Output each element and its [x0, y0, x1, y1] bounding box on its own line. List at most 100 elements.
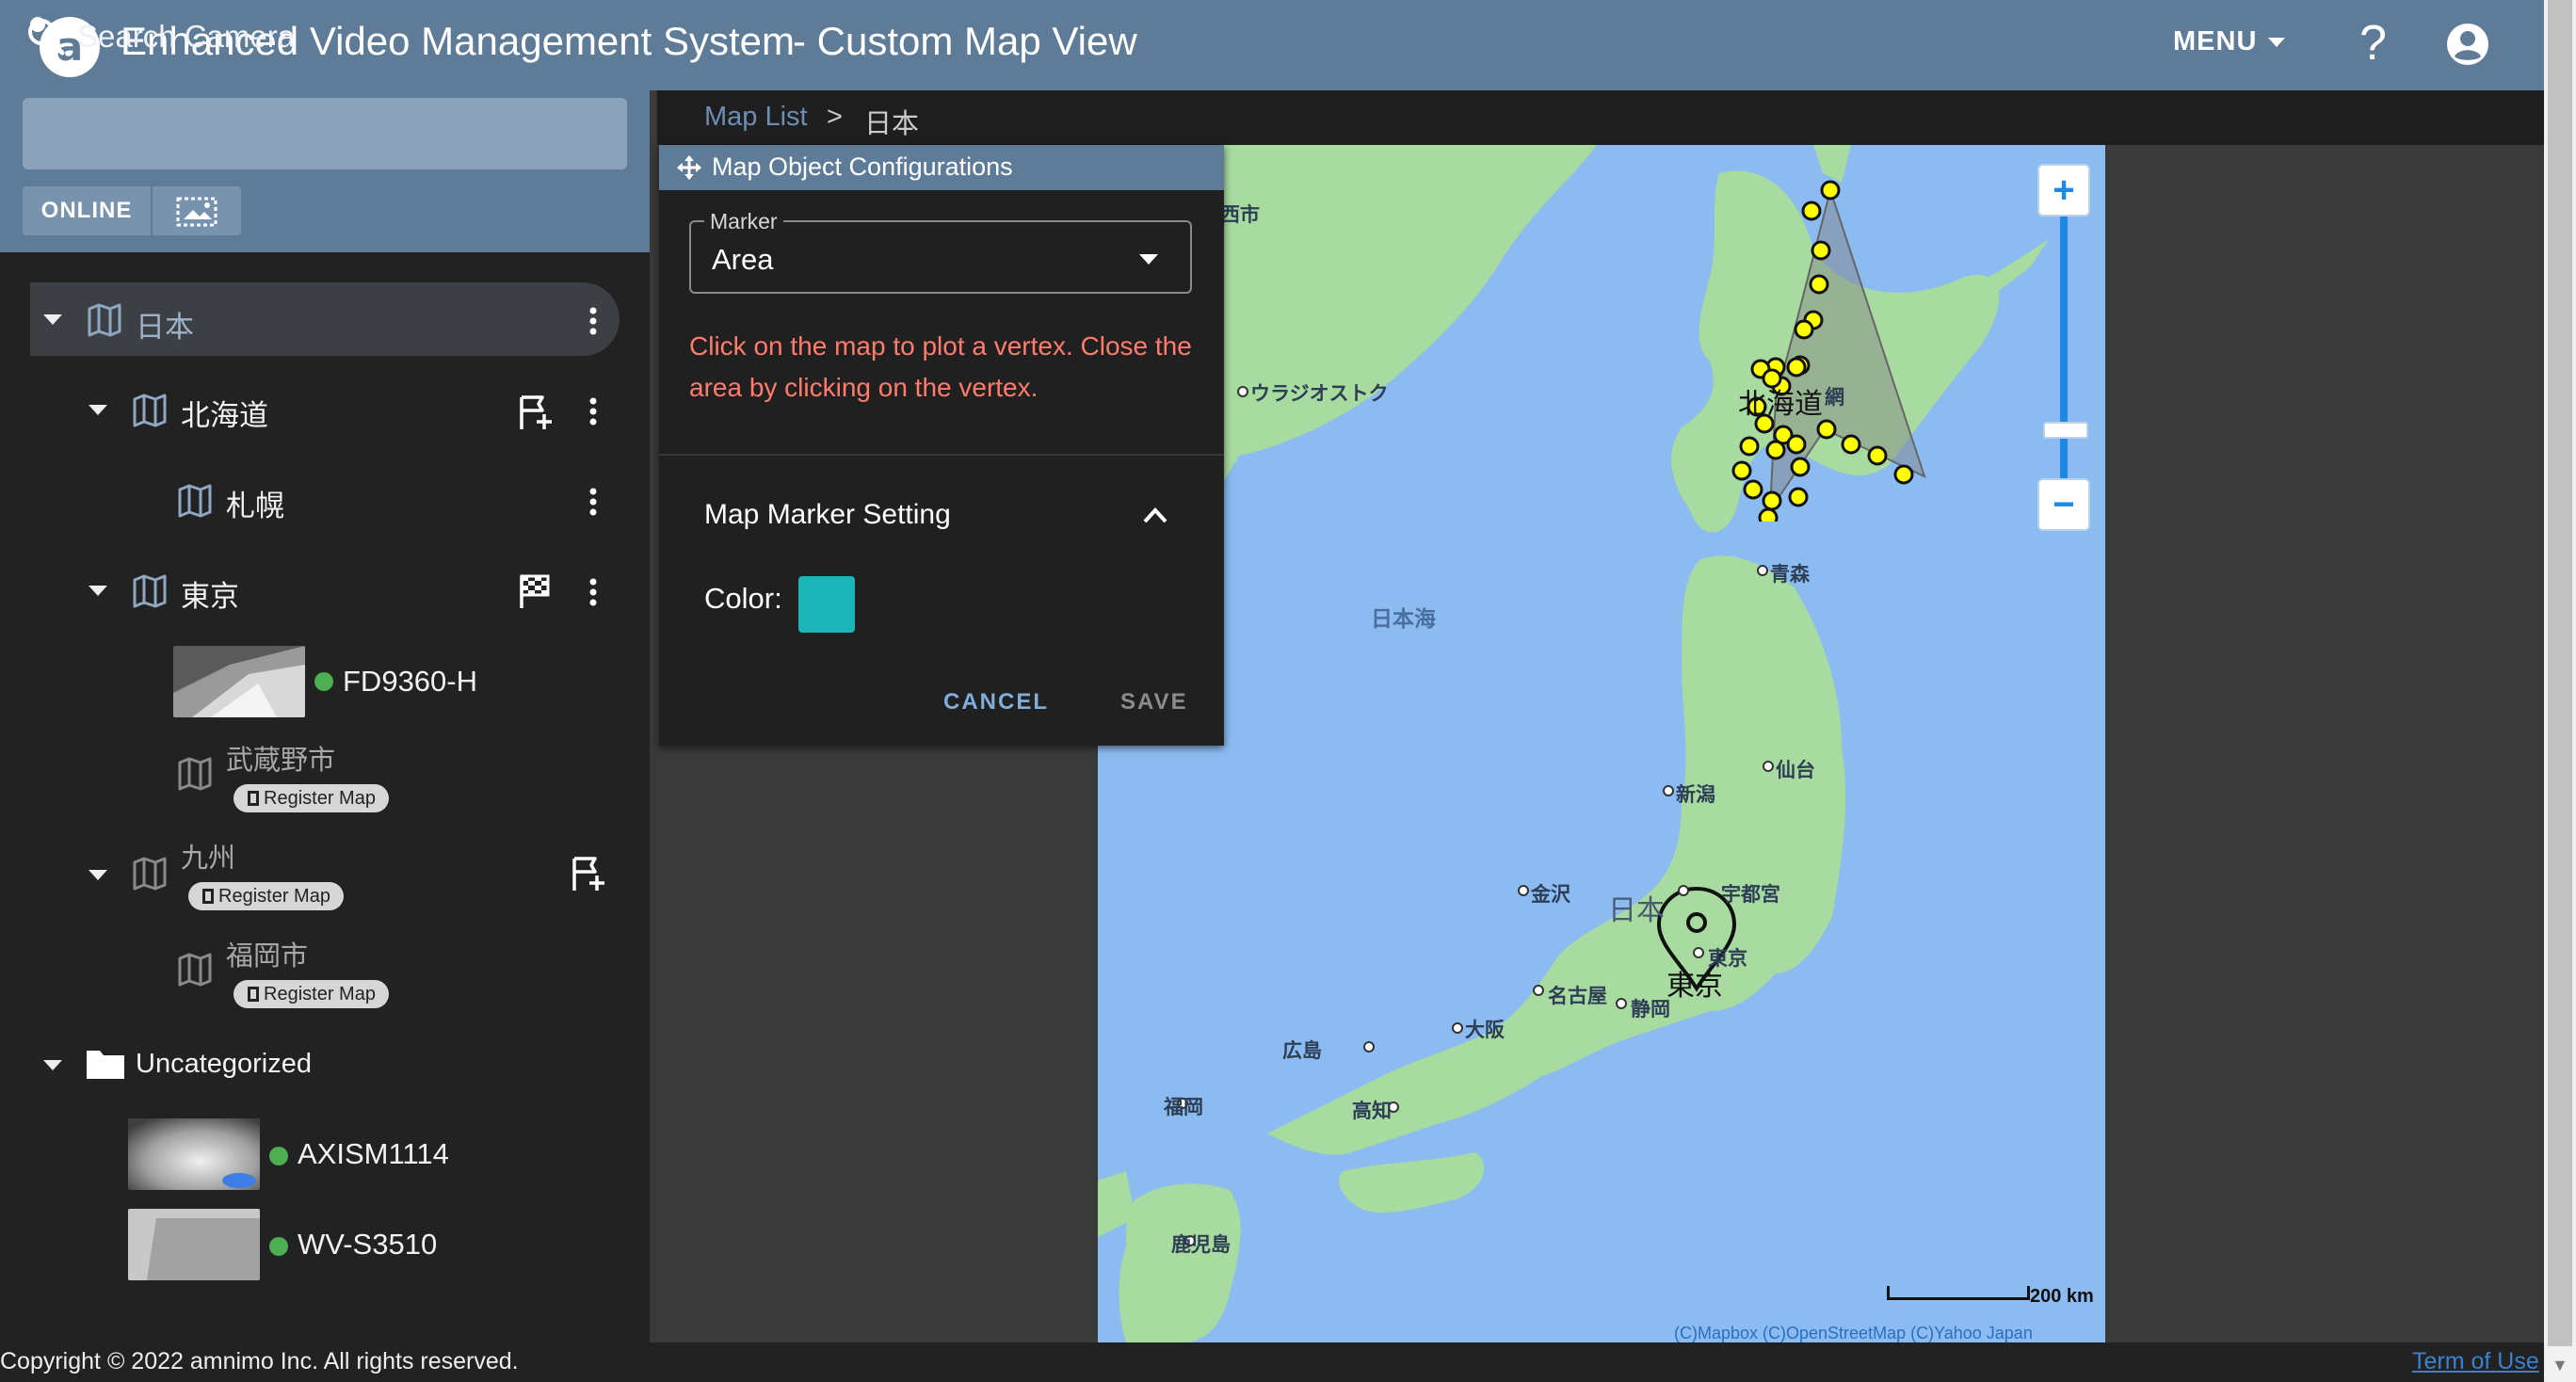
tree-item-kyushu[interactable]: 九州 [181, 836, 235, 876]
breadcrumb-current: 日本 [864, 109, 920, 139]
help-icon[interactable]: ? [2359, 15, 2387, 72]
tree-item-label: 日本 [136, 311, 194, 344]
map-label-partial: 網 [1825, 387, 1844, 409]
tree-item-tokyo[interactable]: 東京 [181, 572, 239, 615]
tokyo-marker-label[interactable]: 東京 [1666, 962, 1723, 1004]
view-title: - Custom Map View [793, 19, 1137, 63]
online-status-dot [269, 1147, 288, 1165]
camera-thumbnail[interactable] [128, 1209, 260, 1280]
move-icon[interactable] [676, 154, 702, 181]
breadcrumb [657, 90, 2544, 145]
area-instructions: Click on the map to plot a vertex. Close… [689, 331, 1192, 402]
map-attribution[interactable]: (C)Mapbox (C)OpenStreetMap (C)Yahoo Japa… [1674, 1324, 2033, 1343]
dropdown-arrow-icon[interactable] [1139, 254, 1158, 265]
online-status-dot [314, 672, 333, 691]
zoom-control: + − [2037, 164, 2090, 531]
register-map-label: Register Map [218, 885, 330, 907]
menu-button[interactable]: MENU [2173, 26, 2286, 57]
map-pin-small-icon [248, 791, 259, 806]
map-scale-bar [1887, 1286, 2030, 1300]
more-options-icon[interactable] [589, 488, 597, 516]
add-flag-icon[interactable] [569, 855, 606, 892]
page-scrollbar-thumb[interactable] [2548, 0, 2572, 1346]
folder-icon [87, 1051, 124, 1079]
more-options-icon[interactable] [589, 397, 597, 426]
map-label-hokkaido: 北海道 [1738, 389, 1823, 420]
color-picker-swatch[interactable] [798, 576, 855, 633]
tree-item-sapporo[interactable]: 札幌 [226, 482, 284, 524]
camera-name[interactable]: WV-S3510 [298, 1228, 437, 1261]
checkered-flag-icon[interactable] [516, 572, 554, 610]
online-filter-button[interactable]: ONLINE [23, 186, 153, 235]
tree-item-musashino[interactable]: 武蔵野市 [226, 738, 335, 778]
collapse-icon[interactable] [89, 405, 107, 415]
register-map-button[interactable]: Register Map [188, 882, 344, 910]
add-flag-icon[interactable] [516, 394, 554, 431]
thumbnail-view-button[interactable] [153, 186, 241, 235]
account-icon[interactable] [2446, 23, 2489, 66]
camera-thumbnail[interactable] [173, 646, 305, 717]
image-gallery-icon [176, 197, 217, 227]
map-icon [133, 394, 167, 427]
register-map-button[interactable]: Register Map [233, 980, 389, 1008]
zoom-out-button[interactable]: − [2037, 478, 2090, 531]
dialog-title: Map Object Configurations [712, 153, 1013, 181]
tree-item-uncategorized[interactable]: Uncategorized [136, 1049, 312, 1080]
map-label-kagoshima: 鹿児島 [1171, 1234, 1231, 1256]
map-label-kochi: 高知 [1352, 1101, 1392, 1122]
map-label-shizuoka: 静岡 [1631, 999, 1670, 1020]
online-status-dot [269, 1237, 288, 1256]
camera-name[interactable]: AXISM1114 [298, 1137, 449, 1171]
collapse-icon[interactable] [43, 314, 62, 325]
camera-name[interactable]: FD9360-H [343, 665, 477, 699]
map-label-niigata: 新潟 [1676, 784, 1715, 806]
map-label-japan: 日本 [1608, 895, 1665, 926]
map-icon [178, 953, 212, 987]
tree-item-hokkaido[interactable]: 北海道 [181, 392, 268, 434]
breadcrumb-separator: > [827, 102, 843, 132]
register-map-label: Register Map [264, 787, 376, 809]
map-label-utsunomiya: 宇都宮 [1721, 884, 1780, 906]
collapse-icon[interactable] [43, 1060, 62, 1070]
caret-down-icon [2268, 37, 2286, 47]
panel-divider[interactable] [650, 90, 657, 1342]
register-map-button[interactable]: Register Map [233, 784, 389, 812]
camera-thumbnail[interactable] [128, 1118, 260, 1190]
map-pin-small-icon [248, 987, 259, 1002]
scroll-down-icon[interactable]: ▼ [2552, 1356, 2568, 1375]
copyright-text: Copyright © 2022 amnimo Inc. All rights … [0, 1348, 519, 1374]
zoom-slider-handle[interactable] [2043, 422, 2088, 439]
map-icon [178, 757, 212, 791]
more-options-icon[interactable] [589, 307, 597, 335]
collapse-icon[interactable] [89, 586, 107, 596]
save-button[interactable]: SAVE [1120, 689, 1188, 715]
breadcrumb-map-list-link[interactable]: Map List [704, 102, 808, 133]
search-box[interactable] [23, 98, 627, 169]
search-input[interactable] [75, 11, 588, 62]
register-map-label: Register Map [264, 983, 376, 1004]
collapse-icon[interactable] [89, 870, 107, 880]
zoom-in-button[interactable]: + [2037, 164, 2090, 217]
marker-setting-title[interactable]: Map Marker Setting [704, 499, 951, 531]
map-label-hiroshima: 広島 [1282, 1040, 1322, 1062]
chevron-up-icon[interactable] [1141, 505, 1169, 525]
divider [659, 454, 1224, 456]
map-label-aomori: 青森 [1770, 564, 1810, 586]
map-pin-small-icon [202, 889, 214, 904]
map-label-partial-top: 西市 [1220, 204, 1260, 226]
map-label-nagoya: 名古屋 [1548, 986, 1607, 1007]
search-icon [28, 19, 65, 56]
tree-item-fukuoka[interactable]: 福岡市 [226, 934, 308, 973]
map-label-osaka: 大阪 [1465, 1020, 1505, 1041]
more-options-icon[interactable] [589, 578, 597, 606]
map-label-fukuoka: 福岡 [1164, 1097, 1203, 1118]
map-label-sea-of-japan: 日本海 [1371, 606, 1436, 631]
zoom-slider-track[interactable] [2060, 211, 2068, 484]
marker-select-label: Marker [704, 209, 783, 234]
map-label-vladivostok: ウラジオストク [1250, 383, 1389, 405]
color-label: Color: [704, 582, 782, 615]
cancel-button[interactable]: CANCEL [943, 689, 1049, 715]
map-label-sendai: 仙台 [1776, 760, 1815, 781]
map-icon [133, 857, 167, 891]
terms-of-use-link[interactable]: Term of Use [2412, 1348, 2539, 1375]
